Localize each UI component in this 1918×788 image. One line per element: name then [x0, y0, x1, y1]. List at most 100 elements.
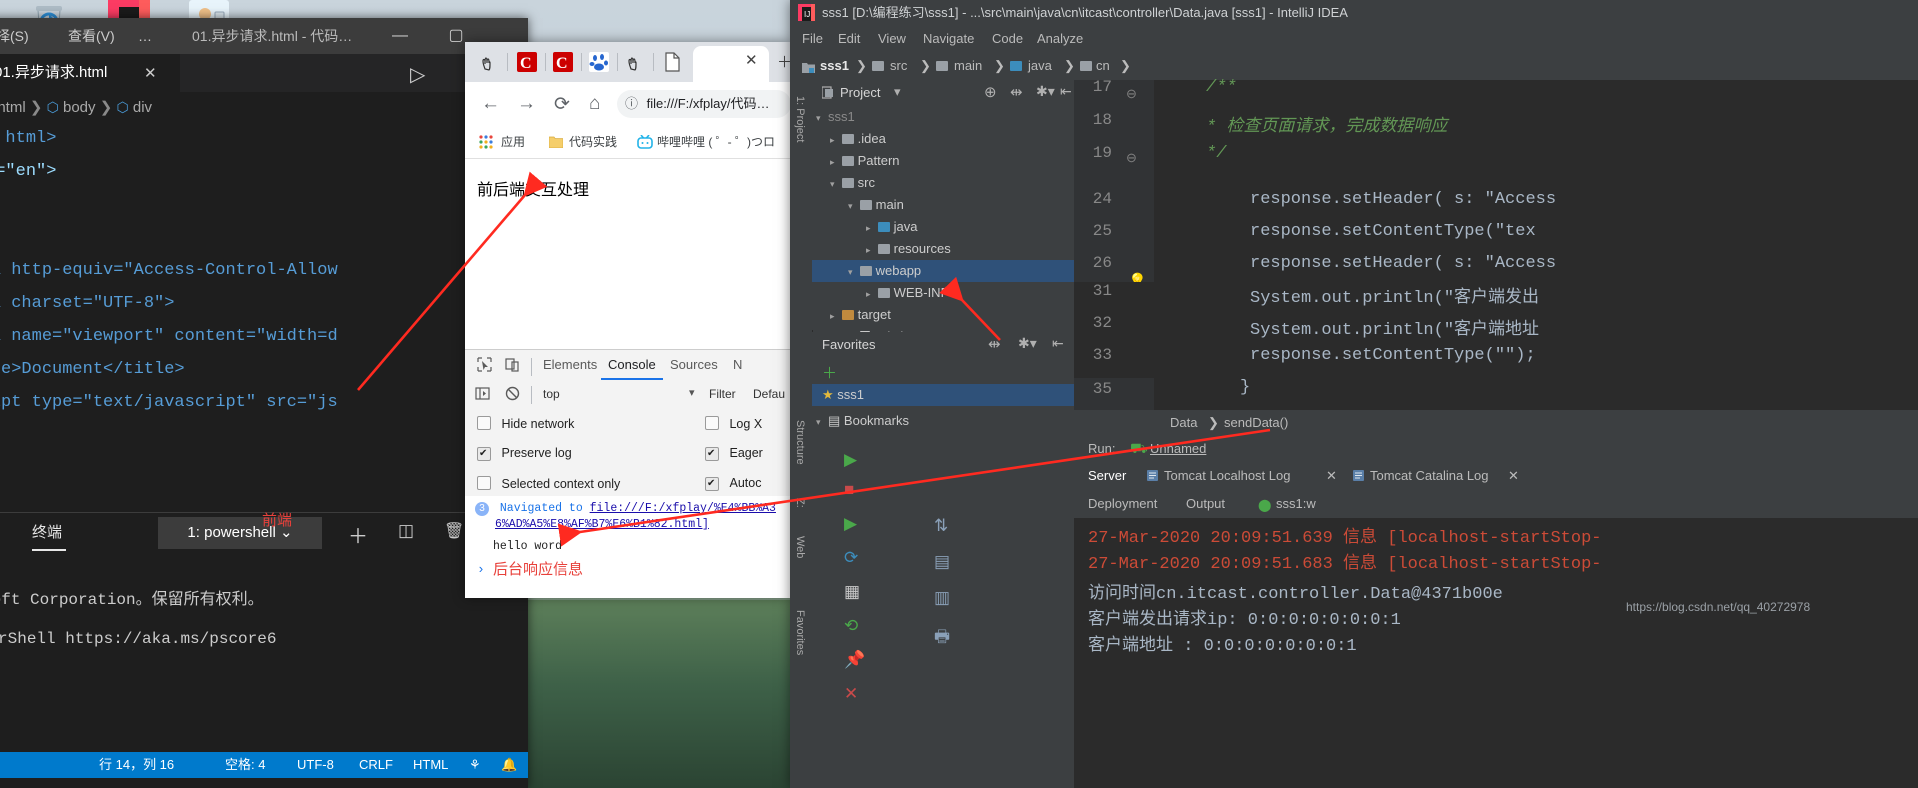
hide-icon[interactable]: ⇤: [1060, 83, 1072, 100]
run-tab-tomcat-localhost-log[interactable]: Tomcat Localhost Log: [1164, 462, 1290, 490]
console-filter-input[interactable]: Filter: [709, 380, 736, 408]
menu-code[interactable]: Code: [992, 26, 1023, 52]
terminal-shell-selector[interactable]: 1: powershell ⌄: [158, 517, 322, 549]
refresh-icon[interactable]: ⟳: [844, 548, 858, 568]
option-selected-context-only[interactable]: Selected context only: [477, 476, 620, 491]
bookmark-bilibili[interactable]: 哔哩哔哩 ( ゜- ゜)つロ: [657, 126, 775, 158]
tree-row-idea[interactable]: ▸ .idea: [812, 128, 1074, 150]
run-console-output[interactable]: 27-Mar-2020 20:09:51.639 信息 [localhost-s…: [1074, 518, 1918, 788]
console-entry-link[interactable]: file:///F:/xfplay/%E4%BB%A3: [590, 502, 776, 515]
devtools-tab-elements[interactable]: Elements: [543, 350, 597, 380]
option-hide-network[interactable]: Hide network: [477, 416, 574, 431]
vscode-tab-async-request[interactable]: <> 01.异步请求.html ✕: [0, 54, 180, 92]
toolwindow-button-z[interactable]: Z:: [794, 498, 806, 508]
breadcrumb-class[interactable]: Data: [1170, 410, 1197, 436]
option-eager-evaluation[interactable]: Eager: [705, 446, 763, 461]
tab-output[interactable]: Output: [1186, 490, 1225, 518]
favorites-list[interactable]: ＋ ★ sss1 ▾ ▤ Bookmarks: [812, 358, 1084, 440]
collapse-icon[interactable]: ⇹: [988, 335, 1001, 353]
navbar-java[interactable]: java: [1028, 52, 1052, 80]
tree-row-sss1-root[interactable]: ▾ sss1: [812, 106, 1074, 128]
bookmark-code-practice[interactable]: 代码实践: [569, 126, 617, 158]
breadcrumb-method[interactable]: sendData(): [1224, 410, 1288, 436]
toolwindow-button-web[interactable]: Web: [794, 536, 806, 558]
tree-row-target[interactable]: ▸ target: [812, 304, 1074, 326]
expand-arrow[interactable]: ▾: [848, 195, 860, 217]
device-toolbar-icon[interactable]: [505, 357, 520, 376]
status-indentation[interactable]: 空格: 4: [216, 752, 274, 778]
add-icon[interactable]: ＋: [822, 362, 837, 383]
chrome-active-tab[interactable]: [693, 46, 769, 82]
expand-arrow[interactable]: ▾: [816, 107, 828, 129]
checkbox[interactable]: [477, 447, 491, 461]
extension-page-icon[interactable]: [663, 52, 681, 75]
fold-marker-icon[interactable]: ⊖: [1126, 86, 1137, 102]
breadcrumb-item-html[interactable]: html: [0, 99, 26, 116]
gear-icon[interactable]: ✱▾: [1036, 83, 1055, 100]
expand-arrow[interactable]: ▸: [830, 151, 842, 173]
address-bar[interactable]: ⓘ file:///F:/xfplay/代码…: [617, 90, 791, 118]
extension-hand-icon-1[interactable]: [479, 52, 499, 75]
status-extension-icon[interactable]: ⚘: [460, 752, 490, 778]
menu-edit[interactable]: Edit: [838, 26, 860, 52]
tree-row-java[interactable]: ▸ java: [812, 216, 1074, 238]
close-icon[interactable]: ✕: [144, 64, 157, 82]
toolwindow-button-structure[interactable]: Structure: [794, 420, 806, 465]
split-terminal-icon[interactable]: ◫: [398, 521, 414, 541]
new-terminal-icon[interactable]: ＋: [348, 520, 368, 549]
back-icon[interactable]: ←: [481, 93, 500, 115]
extension-hand-icon-2[interactable]: [625, 52, 645, 75]
vscode-menu-view[interactable]: 查看(V): [68, 18, 115, 54]
devtools-tab-sources[interactable]: Sources: [670, 350, 718, 380]
navbar-sss1[interactable]: sss1: [820, 52, 849, 80]
run-green-icon[interactable]: ▶: [844, 514, 857, 534]
navbar-src[interactable]: src: [890, 52, 907, 80]
chevron-down-icon[interactable]: ▾: [894, 84, 901, 100]
devtools-tab-network[interactable]: N: [733, 350, 742, 380]
tree-row-web-inf[interactable]: ▸ WEB-INF: [812, 282, 1074, 304]
tree-row-resources[interactable]: ▸ resources: [812, 238, 1074, 260]
run-icon[interactable]: ▷: [410, 62, 425, 87]
navbar-cn[interactable]: cn: [1096, 52, 1110, 80]
menu-view[interactable]: View: [878, 26, 906, 52]
vscode-minimize-button[interactable]: —: [380, 18, 420, 54]
extension-baidu-icon[interactable]: [589, 52, 609, 72]
hide-icon[interactable]: ⇤: [1052, 335, 1064, 352]
vscode-menu-more[interactable]: …: [138, 18, 152, 54]
extension-c-icon-1[interactable]: C: [517, 52, 537, 72]
close-icon[interactable]: ✕: [745, 51, 758, 69]
expand-arrow[interactable]: ▸: [866, 283, 878, 305]
run-tab-tomcat-catalina-log[interactable]: Tomcat Catalina Log: [1370, 462, 1489, 490]
console-levels-selector[interactable]: Defau: [753, 380, 785, 408]
option-autocomplete[interactable]: Autoc: [705, 476, 761, 491]
expand-arrow[interactable]: ▾: [848, 261, 860, 283]
sidebar-icon[interactable]: [475, 386, 490, 405]
devtools-console-output[interactable]: 3 Navigated to file:///F:/xfplay/%E4%BB%…: [465, 496, 790, 598]
collapse-all-icon[interactable]: ⇹: [1010, 83, 1023, 101]
site-info-icon[interactable]: ⓘ: [625, 96, 638, 111]
menu-navigate[interactable]: Navigate: [923, 26, 974, 52]
checkbox[interactable]: [477, 476, 491, 490]
toolwindow-button-project[interactable]: 1: Project: [794, 96, 806, 142]
bell-icon[interactable]: 🔔: [492, 752, 526, 778]
tree-row-webapp[interactable]: ▾ webapp: [812, 260, 1074, 282]
checkbox[interactable]: [705, 447, 719, 461]
favorites-item-sss1[interactable]: ★ sss1: [812, 384, 1084, 406]
home-icon[interactable]: ⌂: [589, 93, 600, 115]
expand-arrow[interactable]: ▸: [830, 129, 842, 151]
tree-row-pattern[interactable]: ▸ Pattern: [812, 150, 1074, 172]
trash-icon[interactable]: 🗑: [444, 521, 464, 541]
project-tree[interactable]: ▾ sss1 ▸ .idea ▸ Pattern ▾ src ▾ main ▸ j…: [812, 106, 1074, 344]
bookmark-apps[interactable]: 应用: [501, 126, 525, 158]
checkbox[interactable]: [705, 416, 719, 430]
fold-marker-icon[interactable]: ⊖: [1126, 150, 1137, 166]
expand-arrow[interactable]: ▸: [866, 239, 878, 261]
status-encoding[interactable]: UTF-8: [288, 752, 343, 778]
rerun-icon[interactable]: ⟲: [844, 616, 858, 636]
print-icon[interactable]: 🖶: [934, 624, 950, 653]
breadcrumb-item-body[interactable]: body: [63, 99, 96, 116]
panel-tab-terminal[interactable]: 终端: [32, 513, 62, 553]
reload-icon[interactable]: ⟳: [554, 93, 570, 116]
apps-grid-icon[interactable]: [479, 135, 493, 152]
tree-row-main[interactable]: ▾ main: [812, 194, 1074, 216]
